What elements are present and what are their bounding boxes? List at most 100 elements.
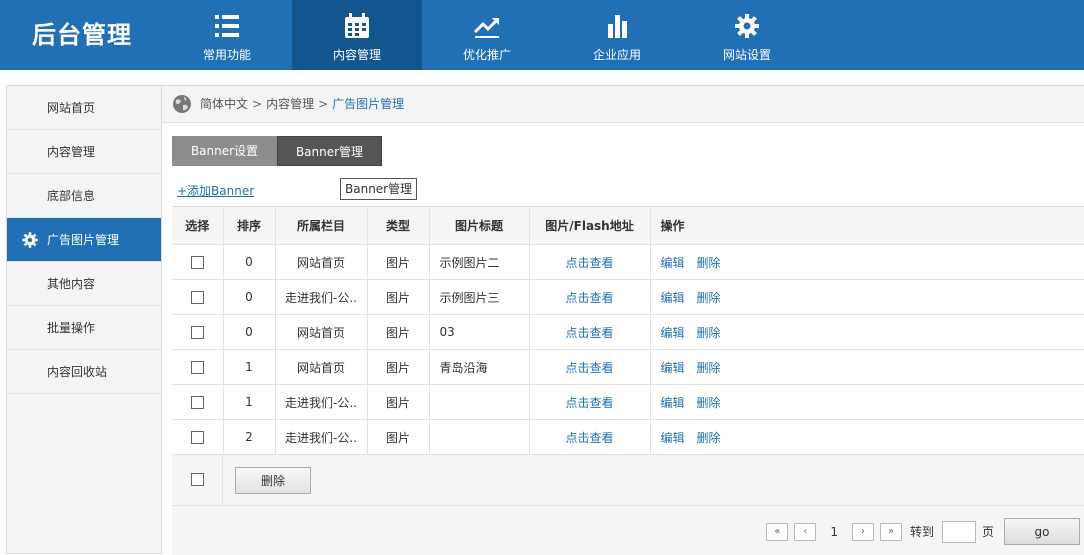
cell-title [429, 384, 530, 420]
nav-label: 企业应用 [592, 48, 641, 62]
row-checkbox[interactable] [190, 431, 204, 444]
select-all-checkbox[interactable] [191, 473, 204, 486]
page-label: 页 [981, 525, 994, 539]
nav-common-functions[interactable]: 常用功能 [162, 0, 292, 70]
breadcrumb-item-content[interactable]: 内容管理 [266, 97, 314, 111]
edit-link[interactable]: 编辑 [661, 291, 685, 305]
tab-banner-settings[interactable]: Banner设置 [172, 136, 277, 166]
sidebar: 网站首页 内容管理 底部信息 广告图片管理 其他内容 批量操作 内容回收站 [6, 85, 162, 554]
delete-link[interactable]: 删除 [697, 291, 721, 305]
delete-link[interactable]: 删除 [697, 431, 721, 445]
banner-table: 选择 排序 所属栏目 类型 图片标题 图片/Flash地址 操作 0 网站首页 … [172, 206, 1084, 455]
goto-label: 转到 [909, 525, 934, 539]
cell-column: 走进我们-公.. [275, 384, 368, 420]
sidebar-item-label: 底部信息 [47, 189, 96, 203]
edit-link[interactable]: 编辑 [661, 326, 685, 340]
view-link[interactable]: 点击查看 [565, 361, 613, 375]
cell-order: 0 [223, 244, 276, 280]
sidebar-item-footer-info[interactable]: 底部信息 [7, 174, 161, 218]
nav-enterprise-apps[interactable]: 企业应用 [552, 0, 682, 70]
cell-order: 0 [223, 279, 276, 315]
view-link[interactable]: 点击查看 [565, 291, 613, 305]
bulk-action-row: 删除 [172, 455, 1084, 506]
breadcrumb-separator: > [318, 97, 329, 111]
sidebar-item-label: 内容管理 [47, 145, 96, 159]
sidebar-item-content-management[interactable]: 内容管理 [7, 130, 161, 174]
sidebar-item-site-home[interactable]: 网站首页 [7, 86, 161, 130]
delete-link[interactable]: 删除 [697, 361, 721, 375]
prev-page-button[interactable]: ‹ [794, 522, 817, 541]
go-button[interactable]: go [1004, 518, 1080, 545]
pagination-row: « ‹ 1 › » 转到 页 go [172, 506, 1084, 555]
table-row: 0 走进我们-公.. 图片 示例图片三 点击查看 编辑 删除 [172, 279, 1084, 315]
nav-label: 优化推广 [462, 48, 511, 62]
delete-link[interactable]: 删除 [697, 396, 721, 410]
main-nav: 常用功能 内容管理 优化推广 企业应用 网站设置 [162, 0, 812, 70]
sidebar-item-label: 网站首页 [47, 101, 96, 115]
cell-order: 2 [223, 419, 276, 455]
view-link[interactable]: 点击查看 [565, 256, 613, 270]
row-checkbox[interactable] [190, 256, 204, 269]
tooltip: Banner管理 [340, 178, 418, 200]
row-checkbox[interactable] [190, 326, 204, 339]
breadcrumb-item-lang[interactable]: 简体中文 [200, 97, 248, 111]
cell-title: 青岛沿海 [429, 349, 530, 385]
edit-link[interactable]: 编辑 [661, 396, 685, 410]
col-header-actions: 操作 [650, 206, 1084, 245]
edit-link[interactable]: 编辑 [661, 361, 685, 375]
nav-label: 内容管理 [332, 48, 381, 62]
nav-label: 常用功能 [202, 48, 251, 62]
gear-icon [735, 14, 759, 38]
row-checkbox[interactable] [190, 361, 204, 374]
breadcrumb: 简体中文 > 内容管理 > 广告图片管理 [162, 86, 1084, 123]
pagination: « ‹ 1 › » 转到 页 go [766, 518, 1080, 545]
sidebar-item-recycle-bin[interactable]: 内容回收站 [7, 350, 161, 394]
cell-column: 走进我们-公.. [275, 279, 368, 315]
col-header-order: 排序 [223, 206, 276, 245]
cell-column: 走进我们-公.. [275, 419, 368, 455]
view-link[interactable]: 点击查看 [565, 326, 613, 340]
next-page-button[interactable]: › [851, 522, 874, 541]
cell-column: 网站首页 [275, 244, 368, 280]
cell-order: 1 [223, 384, 276, 420]
sidebar-item-other-content[interactable]: 其他内容 [7, 262, 161, 306]
first-page-button[interactable]: « [766, 522, 789, 541]
table-row: 1 网站首页 图片 青岛沿海 点击查看 编辑 删除 [172, 349, 1084, 385]
cell-title: 03 [429, 314, 530, 350]
view-link[interactable]: 点击查看 [565, 431, 613, 445]
main-content: 简体中文 > 内容管理 > 广告图片管理 Banner设置 Banner管理 +添加Ba… [162, 85, 1084, 555]
col-header-column: 所属栏目 [275, 206, 368, 245]
delete-link[interactable]: 删除 [697, 256, 721, 270]
cell-order: 1 [223, 349, 276, 385]
breadcrumb-separator: > [252, 97, 263, 111]
col-header-title: 图片标题 [429, 206, 530, 245]
calendar-icon [345, 13, 369, 38]
bulk-delete-button[interactable]: 删除 [235, 467, 311, 494]
nav-optimization[interactable]: 优化推广 [422, 0, 552, 70]
table-header-row: 选择 排序 所属栏目 类型 图片标题 图片/Flash地址 操作 [172, 206, 1084, 245]
cell-title: 示例图片三 [429, 279, 530, 315]
delete-link[interactable]: 删除 [697, 326, 721, 340]
edit-link[interactable]: 编辑 [661, 256, 685, 270]
current-page[interactable]: 1 [830, 525, 838, 539]
row-checkbox[interactable] [190, 291, 204, 304]
cell-column: 网站首页 [275, 349, 368, 385]
edit-link[interactable]: 编辑 [661, 431, 685, 445]
col-header-url: 图片/Flash地址 [529, 206, 651, 245]
last-page-button[interactable]: » [879, 522, 902, 541]
row-checkbox[interactable] [190, 396, 204, 409]
app-logo: 后台管理 [0, 0, 164, 70]
sidebar-item-batch-operations[interactable]: 批量操作 [7, 306, 161, 350]
tab-banner-management[interactable]: Banner管理 [277, 136, 382, 166]
sidebar-item-label: 其他内容 [47, 277, 96, 291]
sidebar-item-label: 广告图片管理 [47, 233, 120, 247]
view-link[interactable]: 点击查看 [565, 396, 613, 410]
table-row: 1 走进我们-公.. 图片 点击查看 编辑 删除 [172, 384, 1084, 420]
cell-type: 图片 [367, 244, 430, 280]
nav-site-settings[interactable]: 网站设置 [682, 0, 812, 70]
page-number-input[interactable] [941, 520, 976, 543]
add-banner-link[interactable]: +添加Banner [177, 182, 254, 199]
globe-icon [173, 95, 191, 113]
sidebar-item-ad-image-management[interactable]: 广告图片管理 [7, 218, 161, 262]
nav-content-management[interactable]: 内容管理 [292, 0, 422, 70]
